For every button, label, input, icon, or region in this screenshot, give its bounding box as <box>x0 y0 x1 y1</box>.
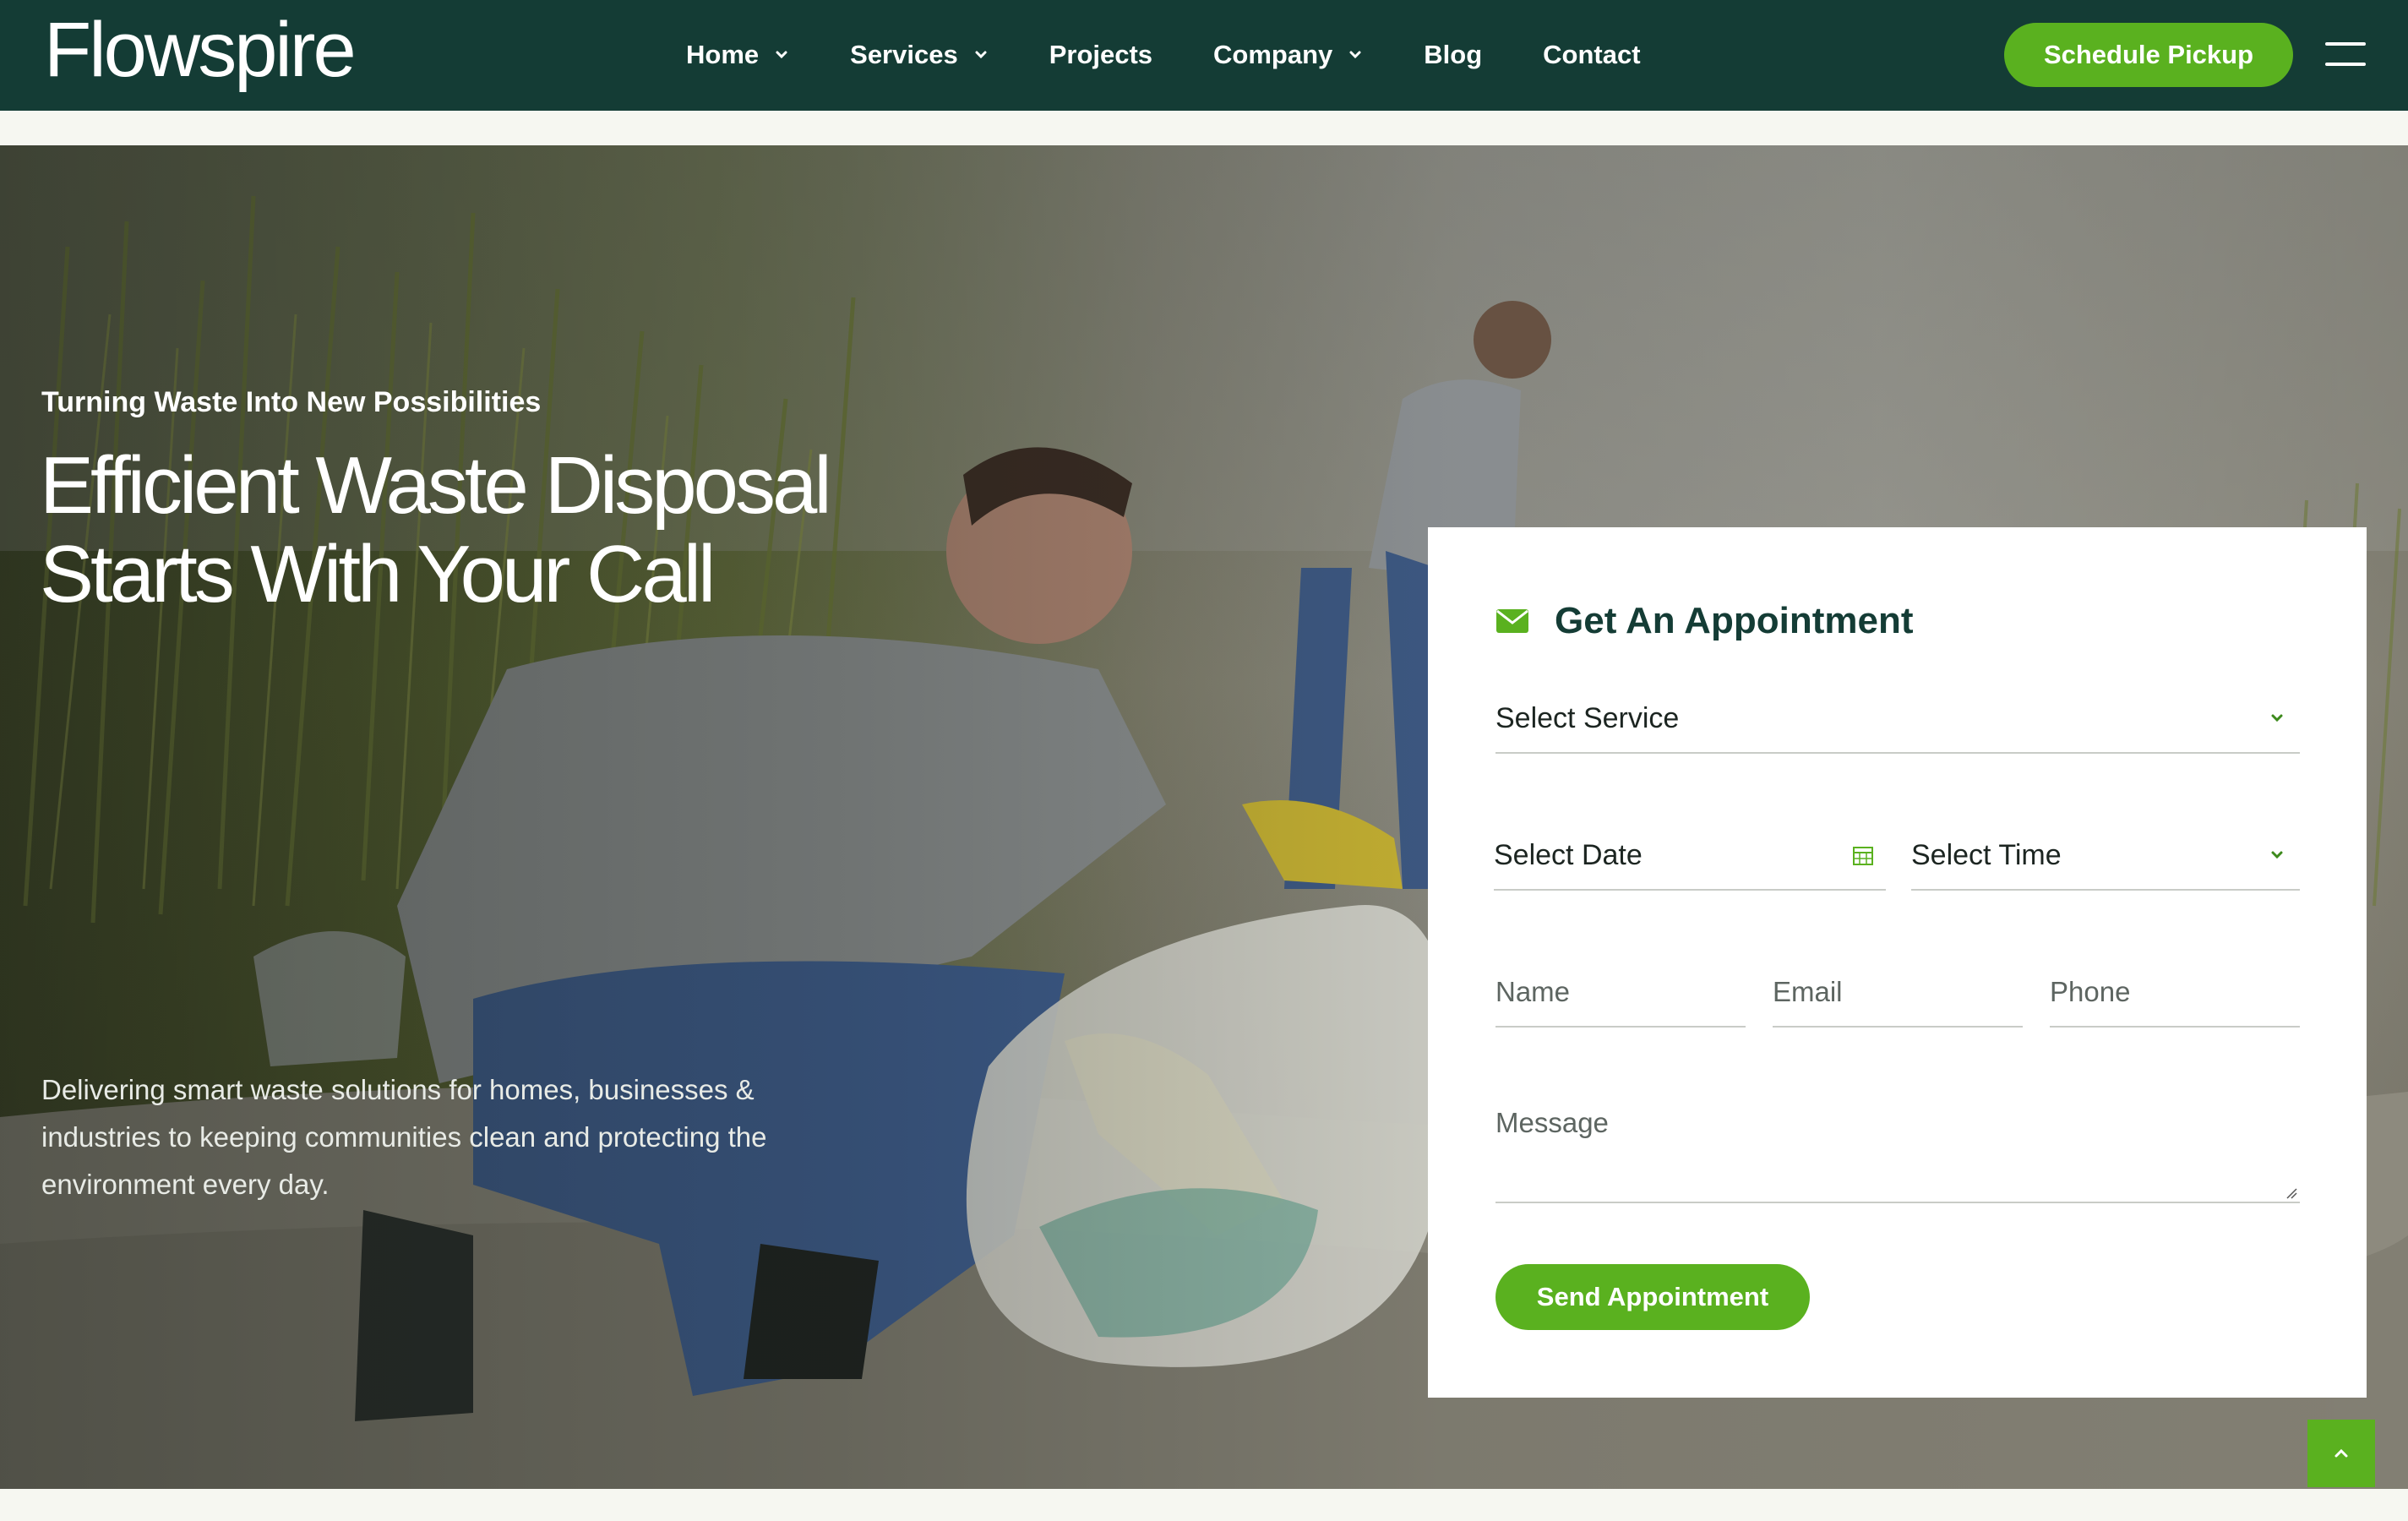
form-title: Get An Appointment <box>1495 600 1913 642</box>
hero-headline: Efficient Waste Disposal Starts With You… <box>40 441 927 619</box>
message-field-wrap <box>1495 1095 2300 1203</box>
service-select[interactable]: Select Service <box>1495 684 2300 754</box>
date-picker[interactable]: Select Date <box>1494 821 1886 891</box>
nav-item-label: Contact <box>1543 40 1641 69</box>
nav-item-home[interactable]: Home <box>686 40 789 70</box>
email-field-wrap <box>1773 958 2023 1028</box>
nav-item-projects[interactable]: Projects <box>1049 40 1152 70</box>
chevron-down-icon <box>2271 714 2283 722</box>
logo[interactable]: Flowspire <box>44 3 357 96</box>
name-field[interactable] <box>1495 976 1746 1008</box>
calendar-icon <box>1853 847 1873 865</box>
nav-item-label: Company <box>1213 40 1333 69</box>
site-header: Flowspire Home Services Projects Company… <box>0 0 2408 111</box>
bottom-strip <box>0 1489 2408 1521</box>
name-field-wrap <box>1495 958 1746 1028</box>
envelope-icon <box>1496 609 1528 633</box>
nav-item-blog[interactable]: Blog <box>1424 40 1482 70</box>
message-field[interactable] <box>1495 1107 2300 1183</box>
hero-headline-line-2: Starts With Your Call <box>40 529 716 619</box>
form-title-text: Get An Appointment <box>1555 600 1914 641</box>
email-field[interactable] <box>1773 976 2023 1008</box>
resize-handle-icon[interactable] <box>2285 1186 2298 1200</box>
phone-field[interactable] <box>2050 976 2300 1008</box>
hero-section: Turning Waste Into New Possibilities Eff… <box>0 145 2408 1489</box>
chevron-down-icon <box>776 51 787 59</box>
hamburger-icon[interactable] <box>2325 41 2366 68</box>
time-select[interactable]: Select Time <box>1911 821 2300 891</box>
date-picker-value: Select Date <box>1494 838 1643 871</box>
service-select-value: Select Service <box>1495 701 1680 734</box>
chevron-down-icon <box>2271 851 2283 859</box>
main-nav: Home Services Projects Company Blog Cont… <box>686 32 1702 78</box>
hero-description: Delivering smart waste solutions for hom… <box>41 1074 767 1200</box>
time-select-value: Select Time <box>1911 838 2062 871</box>
nav-item-services[interactable]: Services <box>850 40 989 70</box>
phone-field-wrap <box>2050 958 2300 1028</box>
chevron-up-icon <box>2334 1448 2348 1458</box>
back-to-top-button[interactable] <box>2307 1420 2375 1487</box>
chevron-down-icon <box>1349 51 1361 59</box>
hero-headline-line-1: Efficient Waste Disposal <box>40 440 832 531</box>
nav-item-company[interactable]: Company <box>1213 40 1363 70</box>
nav-item-label: Blog <box>1424 40 1483 69</box>
nav-item-label: Services <box>850 40 958 69</box>
nav-item-label: Projects <box>1049 40 1153 69</box>
chevron-down-icon <box>975 51 987 59</box>
nav-item-contact[interactable]: Contact <box>1543 40 1640 70</box>
schedule-pickup-button[interactable]: Schedule Pickup <box>2004 23 2293 87</box>
send-appointment-button[interactable]: Send Appointment <box>1495 1264 1810 1330</box>
appointment-form: Get An Appointment Select Service Select… <box>1428 527 2367 1398</box>
nav-item-label: Home <box>686 40 760 69</box>
hero-eyebrow: Turning Waste Into New Possibilities <box>41 386 542 418</box>
